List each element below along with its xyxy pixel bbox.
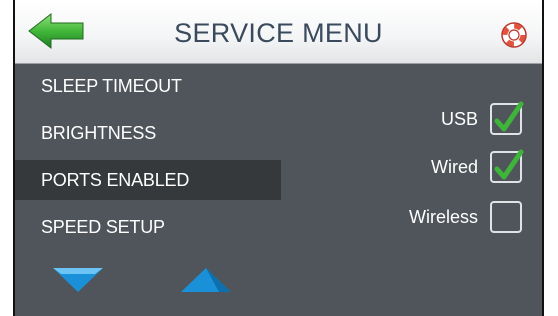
wireless-checkbox[interactable] [490, 201, 522, 233]
lifebuoy-icon [501, 22, 527, 48]
wired-checkbox[interactable] [490, 149, 524, 183]
checkmark-icon [494, 101, 524, 132]
port-option-wireless: Wireless [409, 200, 522, 234]
help-button[interactable] [500, 21, 528, 49]
usb-label: USB [440, 108, 478, 129]
menu-item-brightness[interactable]: BRIGHTNESS [15, 113, 281, 153]
wireless-label: Wireless [408, 206, 478, 227]
chevron-down-icon [53, 268, 103, 292]
menu-scroll-controls [51, 266, 241, 296]
port-option-wired: Wired [430, 149, 524, 184]
service-screen: SERVICE MENU SLEEP TIMEOUT BRIGHTNESS PO… [13, 0, 544, 316]
wired-label: Wired [430, 156, 478, 177]
chevron-up-icon [181, 268, 231, 292]
header-bar: SERVICE MENU [15, 0, 542, 64]
menu-item-speed-setup[interactable]: SPEED SETUP [15, 207, 281, 247]
scroll-up-button[interactable] [179, 266, 233, 294]
port-option-usb: USB [440, 101, 524, 136]
usb-checkbox[interactable] [490, 101, 524, 135]
scroll-down-button[interactable] [51, 266, 105, 294]
settings-menu: SLEEP TIMEOUT BRIGHTNESS PORTS ENABLED S… [15, 66, 281, 254]
checkmark-icon [494, 149, 524, 180]
menu-item-ports-enabled[interactable]: PORTS ENABLED [15, 160, 281, 200]
page-title: SERVICE MENU [174, 18, 383, 48]
menu-item-sleep-timeout[interactable]: SLEEP TIMEOUT [15, 66, 281, 106]
